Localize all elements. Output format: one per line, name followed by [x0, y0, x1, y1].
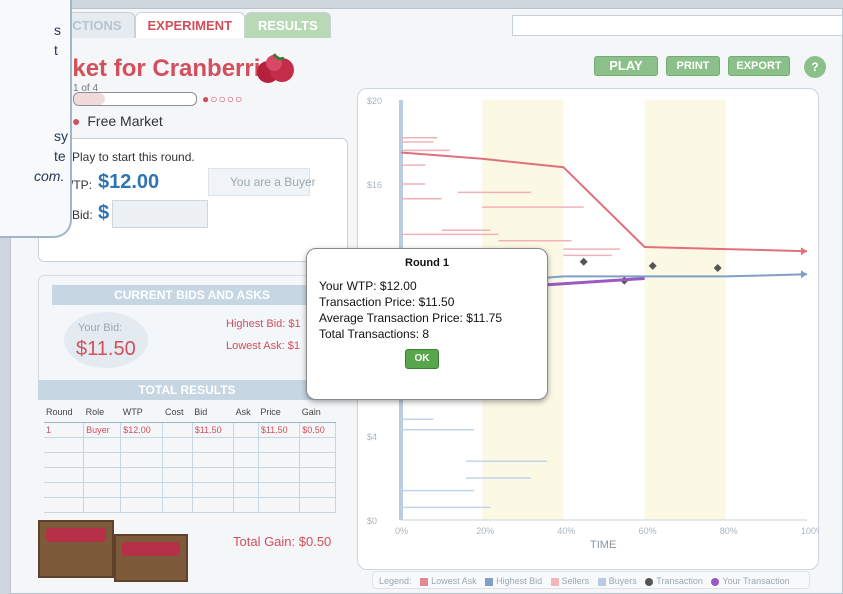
- wtp-value: $12.00: [98, 171, 160, 193]
- x-tick-label: 0%: [395, 526, 408, 536]
- bid-label: Bid:: [72, 208, 93, 222]
- legend-highest-bid: Highest Bid: [496, 576, 543, 586]
- x-tick-label: 100%: [801, 526, 819, 536]
- table-row: [44, 467, 336, 483]
- your-bid-label: Your Bid:: [78, 322, 123, 334]
- transaction-marker: [579, 257, 588, 266]
- table-row: [44, 452, 336, 468]
- dialog-title: Round 1: [405, 257, 449, 269]
- dialog-transaction-price: Transaction Price: $11.50: [319, 295, 455, 309]
- y-tick-label: $20: [367, 96, 382, 106]
- col-cost: Cost: [162, 402, 193, 423]
- callout-line-4: sy: [54, 128, 68, 144]
- cell-ask: [233, 422, 259, 438]
- x-tick-label: 80%: [720, 526, 738, 536]
- results-header-row: Round Role WTP Cost Bid Ask Price Gain: [44, 402, 336, 423]
- callout-note: [0, 0, 72, 238]
- lowest-ask: Lowest Ask: $1: [226, 340, 300, 352]
- total-gain: Total Gain: $0.50: [233, 534, 332, 549]
- tab-experiment[interactable]: EXPERIMENT: [134, 12, 246, 38]
- cell-round: 1: [44, 422, 85, 438]
- legend-buyers-icon: [597, 577, 606, 586]
- table-row: [44, 497, 336, 513]
- highest-bid: Highest Bid: $1: [226, 318, 301, 330]
- x-tick-label: 40%: [557, 526, 575, 536]
- your-bid-value: $11.50: [76, 338, 136, 360]
- callout-line-1: s: [54, 22, 61, 38]
- cell-wtp: $12.00: [120, 422, 164, 438]
- callout-line-2: t: [54, 42, 58, 58]
- tab-bar: UCTIONS EXPERIMENT RESULTS: [50, 12, 331, 38]
- col-wtp: WTP: [120, 402, 163, 423]
- legend-prefix: Legend:: [379, 576, 412, 586]
- highest-bid-line-arrow: [801, 270, 807, 279]
- round-progress-fill: [74, 93, 105, 105]
- col-price: Price: [258, 402, 300, 423]
- round-progress-bar: [73, 92, 197, 106]
- current-bids-title: CURRENT BIDS AND ASKS: [52, 285, 332, 305]
- x-tick-label: 20%: [476, 526, 494, 536]
- market-type-label: Free Market: [87, 113, 163, 129]
- top-search-bar[interactable]: [512, 15, 843, 36]
- cranberry-icon: [254, 52, 296, 88]
- table-row: [44, 482, 336, 498]
- cell-cost: [162, 422, 193, 438]
- legend-your-transaction: Your Transaction: [722, 576, 790, 586]
- tab-results[interactable]: RESULTS: [245, 12, 331, 38]
- legend-your-transaction-icon: [711, 577, 720, 586]
- callout-line-6: com.: [34, 168, 65, 184]
- cell-gain: $0.50: [299, 422, 336, 438]
- callout-line-5: te: [54, 148, 66, 164]
- market-dot-icon: ●: [72, 113, 81, 129]
- dialog-average-price: Average Transaction Price: $11.75: [319, 311, 502, 325]
- dialog-total-transactions: Total Transactions: 8: [319, 327, 430, 341]
- legend-transaction-icon: [645, 577, 654, 586]
- col-gain: Gain: [299, 402, 336, 423]
- legend-buyers: Buyers: [608, 576, 637, 586]
- col-round: Round: [44, 402, 84, 423]
- bid-dollar-sign: $: [98, 202, 110, 224]
- cell-role: Buyer: [83, 422, 122, 438]
- col-role: Role: [83, 402, 121, 423]
- x-axis-label: TIME: [590, 539, 616, 551]
- y-tick-label: $16: [367, 180, 382, 190]
- lowest-ask-line: [400, 151, 808, 253]
- legend-lowest-ask-icon: [420, 577, 429, 586]
- legend-lowest-ask: Lowest Ask: [431, 576, 477, 586]
- y-tick-label: $0: [367, 516, 377, 526]
- time-band-2: [644, 100, 726, 520]
- table-row: [44, 437, 336, 453]
- x-tick-label: 60%: [639, 526, 657, 536]
- legend-sellers: Sellers: [561, 576, 590, 586]
- market-type: ● Free Market: [72, 113, 163, 129]
- play-button[interactable]: PLAY: [594, 56, 658, 76]
- cell-bid: $11.50: [192, 422, 235, 438]
- col-ask: Ask: [233, 402, 259, 423]
- results-table: Round Role WTP Cost Bid Ask Price Gain 1…: [44, 402, 336, 513]
- cranberry-crate-right: [114, 534, 188, 582]
- bid-input[interactable]: [112, 200, 208, 228]
- total-results-title: TOTAL RESULTS: [38, 380, 336, 400]
- cranberry-crate-left: [38, 520, 114, 578]
- cell-price: $11.50: [258, 422, 301, 438]
- round-summary-dialog: Round 1 Your WTP: $12.00 Transaction Pri…: [306, 248, 548, 400]
- y-tick-label: $4: [367, 432, 377, 442]
- lowest-ask-line-arrow: [801, 247, 807, 256]
- dialog-your-wtp: Your WTP: $12.00: [319, 279, 417, 293]
- export-button[interactable]: EXPORT: [728, 56, 790, 76]
- col-bid: Bid: [192, 402, 234, 423]
- chart-legend: Legend: Lowest Ask Highest Bid Sellers B…: [372, 571, 810, 589]
- round-dots: ●○○○○: [202, 92, 244, 106]
- legend-sellers-icon: [550, 577, 559, 586]
- help-button[interactable]: ?: [804, 56, 826, 78]
- round-prompt: Play to start this round.: [72, 150, 195, 164]
- role-note: You are a Buyer: [230, 175, 316, 189]
- legend-highest-bid-icon: [485, 577, 494, 586]
- legend-transaction: Transaction: [656, 576, 703, 586]
- ok-button[interactable]: OK: [405, 349, 439, 369]
- table-row: 1 Buyer $12.00 $11.50 $11.50 $0.50: [44, 422, 336, 438]
- print-button[interactable]: PRINT: [666, 56, 720, 76]
